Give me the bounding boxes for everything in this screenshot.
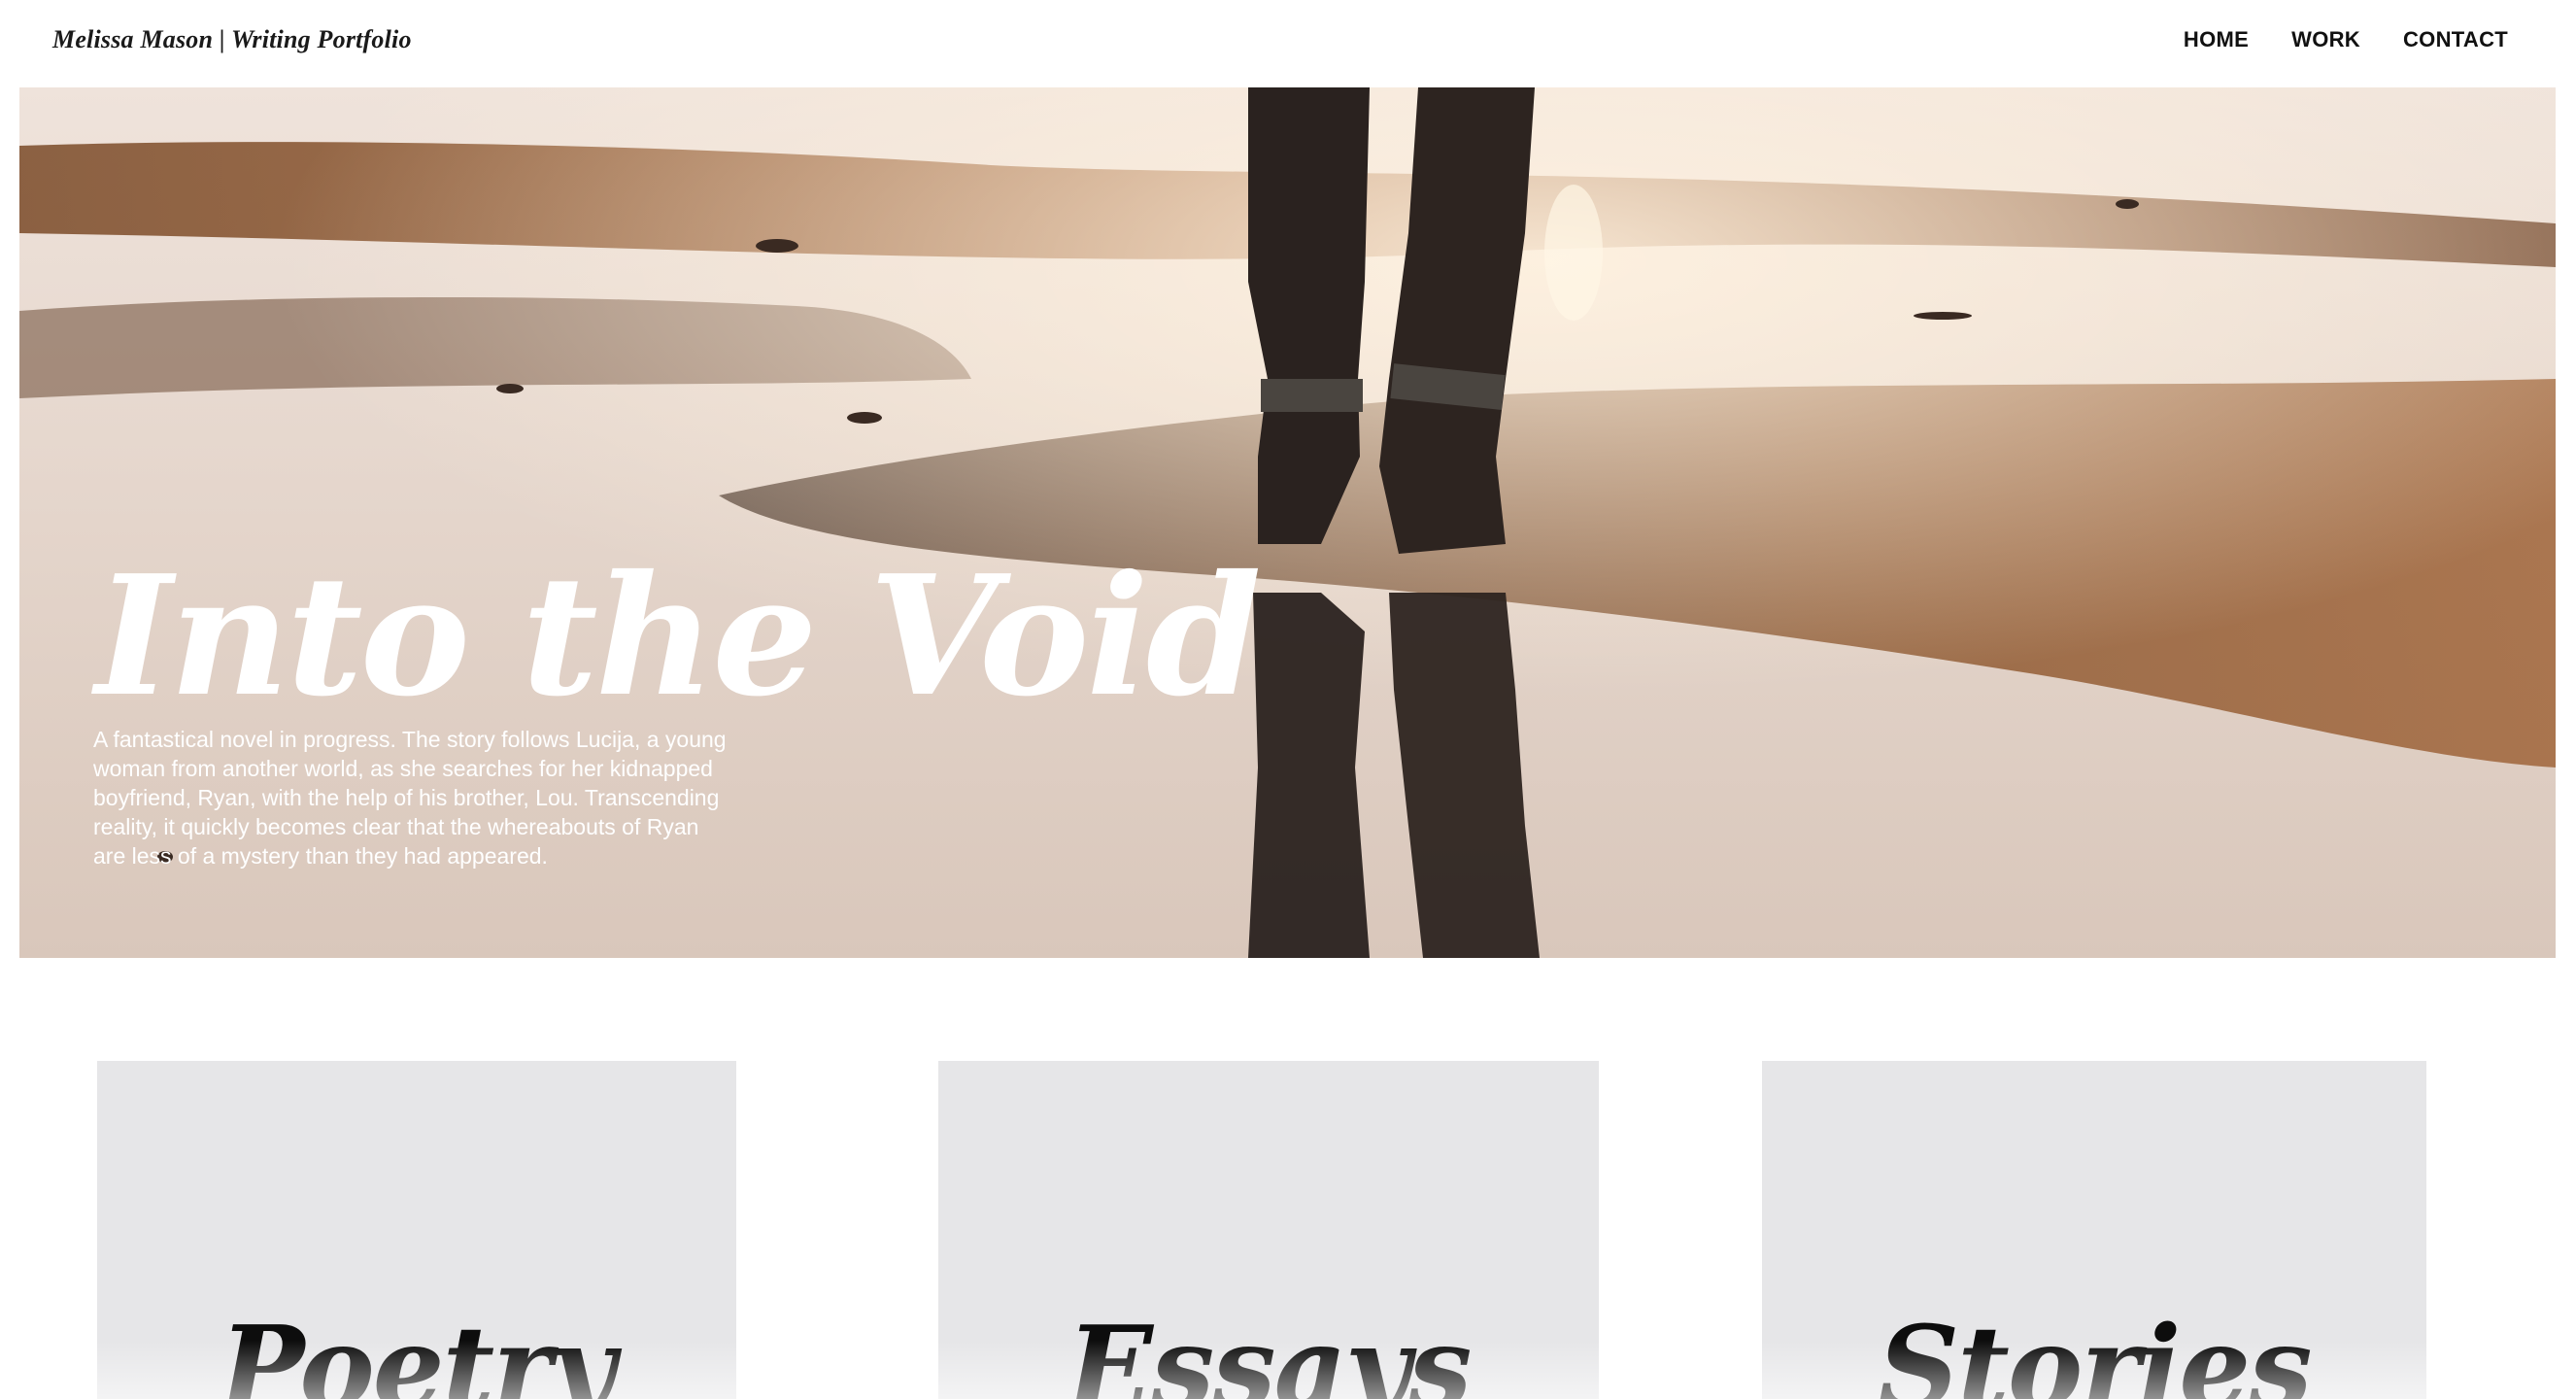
hero-description: A fantastical novel in progress. The sto… xyxy=(93,727,727,869)
hero-banner: Into the Void A fantastical novel in pro… xyxy=(19,87,2556,958)
main-nav: HOME WORK CONTACT xyxy=(2184,27,2508,52)
page: Melissa Mason | Writing Portfolio HOME W… xyxy=(0,0,2576,1399)
stories-card[interactable]: Stories xyxy=(1762,1061,2426,1399)
poetry-card-title: Poetry xyxy=(220,1302,615,1399)
essays-card[interactable]: Essays xyxy=(938,1061,1599,1399)
hero-title: Into the Void xyxy=(95,539,1262,734)
site-header: Melissa Mason | Writing Portfolio HOME W… xyxy=(0,0,2576,87)
poetry-card[interactable]: Poetry xyxy=(97,1061,736,1399)
nav-work-link[interactable]: WORK xyxy=(2291,27,2360,52)
nav-home-link[interactable]: HOME xyxy=(2184,27,2249,52)
essays-card-title: Essays xyxy=(1067,1302,1473,1399)
site-brand-link[interactable]: Melissa Mason | Writing Portfolio xyxy=(52,25,412,54)
nav-contact-link[interactable]: CONTACT xyxy=(2403,27,2508,52)
stories-card-title: Stories xyxy=(1878,1302,2312,1399)
